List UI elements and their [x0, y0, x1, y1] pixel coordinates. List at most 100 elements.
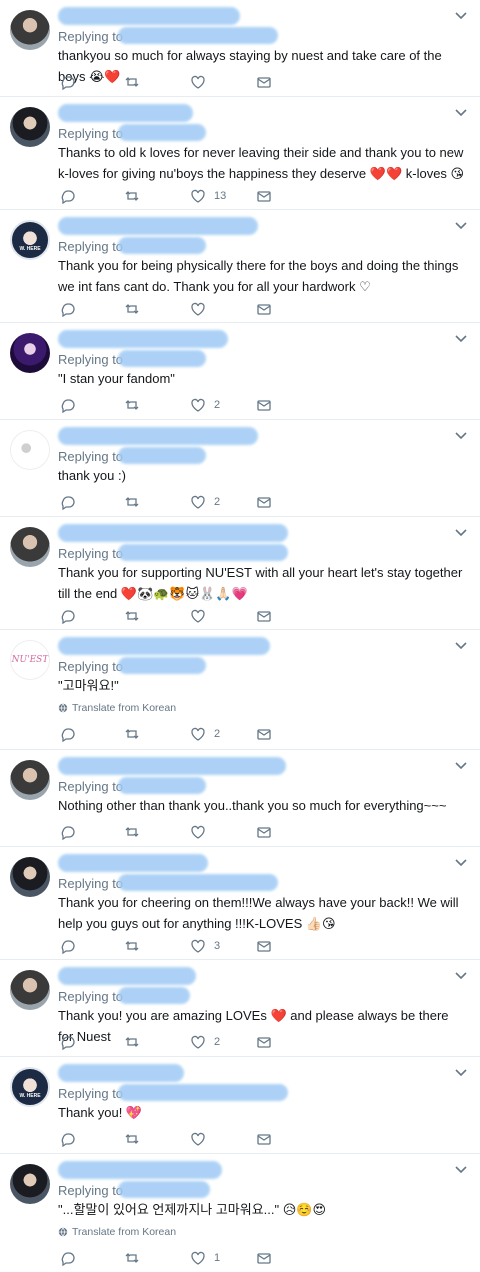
message-button[interactable]	[256, 607, 272, 625]
message-button[interactable]	[256, 937, 272, 955]
redacted-handle[interactable]	[118, 237, 206, 254]
avatar[interactable]: W. HERE	[10, 1067, 50, 1107]
redacted-handle[interactable]	[118, 124, 206, 141]
chevron-down-icon[interactable]	[454, 1163, 468, 1177]
message-button[interactable]	[256, 725, 272, 743]
avatar[interactable]	[10, 760, 50, 800]
reply-button[interactable]	[60, 493, 76, 511]
like-button[interactable]: 1	[190, 1249, 220, 1267]
redacted-name	[58, 1161, 222, 1179]
like-button[interactable]	[190, 300, 214, 318]
tweet-item[interactable]: Replying to Thank you! you are amazing L…	[0, 960, 480, 1057]
retweet-button[interactable]	[124, 1249, 140, 1267]
heart-icon	[191, 495, 205, 509]
tweet-item[interactable]: W. HERE Replying to Thank you for being …	[0, 210, 480, 323]
chevron-down-icon[interactable]	[454, 759, 468, 773]
message-button[interactable]	[256, 493, 272, 511]
chevron-down-icon[interactable]	[454, 106, 468, 120]
avatar[interactable]	[10, 430, 50, 470]
message-button[interactable]	[256, 823, 272, 841]
redacted-handle[interactable]	[118, 447, 206, 464]
redacted-handle[interactable]	[118, 1084, 288, 1101]
chevron-down-icon[interactable]	[454, 1066, 468, 1080]
reply-button[interactable]	[60, 1130, 76, 1148]
reply-button[interactable]	[60, 1249, 76, 1267]
redacted-handle[interactable]	[118, 1181, 210, 1198]
chevron-down-icon[interactable]	[454, 639, 468, 653]
reply-button[interactable]	[60, 300, 76, 318]
retweet-button[interactable]	[124, 300, 140, 318]
message-button[interactable]	[256, 1033, 272, 1051]
retweet-button[interactable]	[124, 937, 140, 955]
reply-button[interactable]	[60, 937, 76, 955]
chevron-down-icon[interactable]	[454, 969, 468, 983]
retweet-button[interactable]	[124, 823, 140, 841]
avatar[interactable]: W. HERE	[10, 220, 50, 260]
reply-button[interactable]	[60, 73, 76, 91]
retweet-button[interactable]	[124, 187, 140, 205]
chevron-down-icon[interactable]	[454, 219, 468, 233]
retweet-button[interactable]	[124, 493, 140, 511]
message-button[interactable]	[256, 73, 272, 91]
tweet-item[interactable]: Replying to "...할말이 있어요 언제까지나 고마워요..." 😥…	[0, 1154, 480, 1272]
redacted-handle[interactable]	[118, 350, 206, 367]
avatar[interactable]	[10, 857, 50, 897]
tweet-item[interactable]: Replying to Thank you for supporting NU'…	[0, 517, 480, 630]
chevron-down-icon[interactable]	[454, 429, 468, 443]
redacted-handle[interactable]	[118, 874, 278, 891]
retweet-button[interactable]	[124, 396, 140, 414]
retweet-button[interactable]	[124, 725, 140, 743]
like-button[interactable]: 2	[190, 725, 220, 743]
reply-button[interactable]	[60, 725, 76, 743]
chevron-down-icon[interactable]	[454, 856, 468, 870]
like-button[interactable]	[190, 73, 214, 91]
avatar[interactable]	[10, 107, 50, 147]
reply-button[interactable]	[60, 187, 76, 205]
reply-button[interactable]	[60, 1033, 76, 1051]
reply-button[interactable]	[60, 607, 76, 625]
message-button[interactable]	[256, 187, 272, 205]
tweet-item[interactable]: Replying to Thank you for cheering on th…	[0, 847, 480, 960]
like-button[interactable]: 2	[190, 493, 220, 511]
redacted-handle[interactable]	[118, 27, 278, 44]
avatar[interactable]	[10, 970, 50, 1010]
tweet-item[interactable]: W. HERE Replying to Thank you! 💖	[0, 1057, 480, 1154]
message-button[interactable]	[256, 1130, 272, 1148]
tweet-item[interactable]: Replying to thank you :) 2	[0, 420, 480, 517]
avatar[interactable]	[10, 333, 50, 373]
translate-link[interactable]: Translate from Korean	[58, 702, 176, 714]
tweet-item[interactable]: NU'EST Replying to "고마워요!" Translate fro…	[0, 630, 480, 750]
like-button[interactable]: 2	[190, 1033, 220, 1051]
avatar[interactable]	[10, 527, 50, 567]
like-button[interactable]: 13	[190, 187, 226, 205]
redacted-handle[interactable]	[118, 987, 190, 1004]
like-button[interactable]: 3	[190, 937, 220, 955]
like-button[interactable]	[190, 1130, 214, 1148]
redacted-handle[interactable]	[118, 544, 288, 561]
message-button[interactable]	[256, 1249, 272, 1267]
message-button[interactable]	[256, 300, 272, 318]
avatar[interactable]: NU'EST	[10, 640, 50, 680]
retweet-button[interactable]	[124, 73, 140, 91]
chevron-down-icon[interactable]	[454, 332, 468, 346]
redacted-handle[interactable]	[118, 777, 206, 794]
tweet-item[interactable]: Replying to thankyou so much for always …	[0, 0, 480, 97]
avatar[interactable]	[10, 10, 50, 50]
reply-button[interactable]	[60, 823, 76, 841]
retweet-button[interactable]	[124, 1033, 140, 1051]
tweet-item[interactable]: Replying to "I stan your fandom" 2	[0, 323, 480, 420]
redacted-handle[interactable]	[118, 657, 206, 674]
chevron-down-icon[interactable]	[454, 526, 468, 540]
chevron-down-icon[interactable]	[454, 9, 468, 23]
retweet-button[interactable]	[124, 607, 140, 625]
like-button[interactable]	[190, 607, 214, 625]
like-button[interactable]	[190, 823, 214, 841]
message-button[interactable]	[256, 396, 272, 414]
translate-link[interactable]: Translate from Korean	[58, 1226, 176, 1238]
tweet-item[interactable]: Replying to Nothing other than thank you…	[0, 750, 480, 847]
reply-button[interactable]	[60, 396, 76, 414]
like-button[interactable]: 2	[190, 396, 220, 414]
tweet-item[interactable]: Replying to Thanks to old k loves for ne…	[0, 97, 480, 210]
avatar[interactable]	[10, 1164, 50, 1204]
retweet-button[interactable]	[124, 1130, 140, 1148]
